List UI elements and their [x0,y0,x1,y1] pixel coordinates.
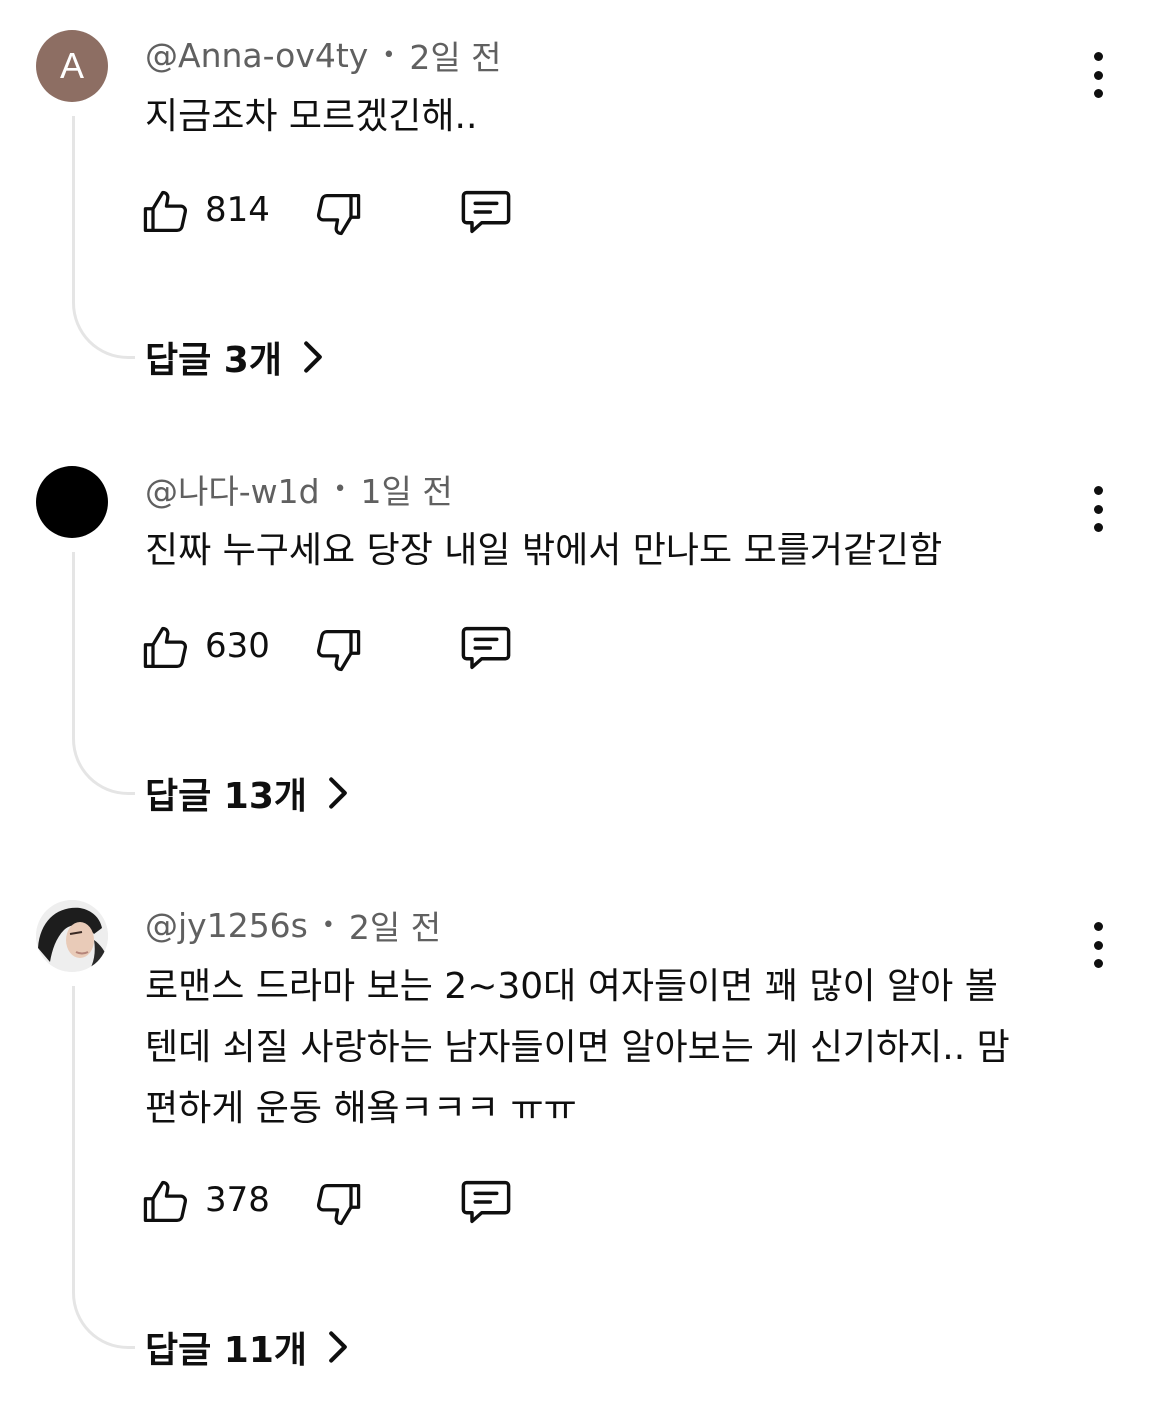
comment-meta: @나다-w1d • 1일 전 [145,466,453,512]
reply-comment-icon[interactable] [458,1176,514,1228]
replies-label: 답글 13개 [145,776,307,817]
avatar[interactable] [36,466,108,538]
replies-toggle[interactable]: 답글 13개 [145,768,351,818]
timestamp: 2일 전 [348,908,442,947]
replies-label: 답글 11개 [145,1330,307,1371]
replies-toggle[interactable]: 답글 3개 [145,332,326,382]
replies-label: 답글 3개 [145,340,282,381]
comment-meta: @jy1256s • 2일 전 [145,902,441,948]
comment-text-line: 로맨스 드라마 보는 2~30대 여자들이면 꽤 많이 알아 볼 [145,966,998,1007]
kebab-menu-icon[interactable] [1080,50,1116,100]
thumbs-up-icon[interactable] [140,622,192,674]
kebab-menu-icon[interactable] [1080,920,1116,970]
replies-toggle[interactable]: 답글 11개 [145,1322,351,1372]
comment-text-line: 텐데 쇠질 사랑하는 남자들이면 알아보는 게 신기하지.. 맘 [145,1027,1010,1068]
like-count: 814 [205,190,270,230]
comment-actions: 378 [140,1172,560,1228]
comment-actions: 630 [140,618,560,674]
chevron-right-icon [304,341,322,373]
thumbs-down-icon[interactable] [312,188,364,240]
avatar[interactable]: A [36,30,108,102]
like-count: 378 [205,1180,270,1220]
reply-comment-icon[interactable] [458,186,514,238]
thumbs-down-icon[interactable] [312,624,364,676]
kebab-menu-icon[interactable] [1080,484,1116,534]
thread-line [72,552,135,795]
separator-dot: • [321,912,335,938]
thread-line [72,986,135,1349]
author-name[interactable]: @jy1256s [145,906,308,945]
timestamp: 1일 전 [360,472,453,511]
separator-dot: • [333,476,347,502]
chevron-right-icon [329,777,347,809]
reply-comment-icon[interactable] [458,622,514,674]
avatar[interactable] [36,900,108,972]
comment-actions: 814 [140,182,560,238]
like-count: 630 [205,626,270,666]
timestamp: 2일 전 [409,38,502,77]
thumbs-up-icon[interactable] [140,186,192,238]
comment-meta: @Anna-ov4ty • 2일 전 [145,32,502,78]
thumbs-down-icon[interactable] [312,1178,364,1230]
chevron-right-icon [329,1331,347,1363]
thumbs-up-icon[interactable] [140,1176,192,1228]
profile-photo [36,900,108,972]
author-name[interactable]: @나다-w1d [145,465,320,513]
avatar-letter: A [59,45,84,86]
comment-text: 진짜 누구세요 당장 내일 밖에서 만나도 모를거같긴함 [145,530,943,571]
author-name[interactable]: @Anna-ov4ty [145,36,368,75]
thread-line [72,116,135,359]
comment-text: 로맨스 드라마 보는 2~30대 여자들이면 꽤 많이 알아 볼 텐데 쇠질 사… [145,956,1095,1139]
comment-text: 지금조차 모르겠긴해.. [145,96,478,137]
separator-dot: • [382,42,396,68]
comment-text-line: 편하게 운동 해욬ㅋㅋㅋ ㅠㅠ [145,1088,577,1129]
